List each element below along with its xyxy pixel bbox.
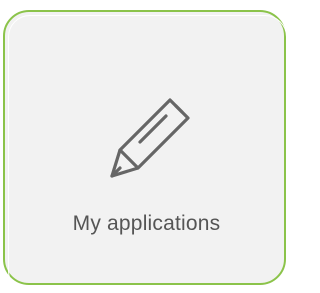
pencil-icon [110, 98, 190, 178]
tile-label: My applications [72, 212, 221, 235]
my-applications-tile[interactable]: My applications [3, 10, 287, 293]
